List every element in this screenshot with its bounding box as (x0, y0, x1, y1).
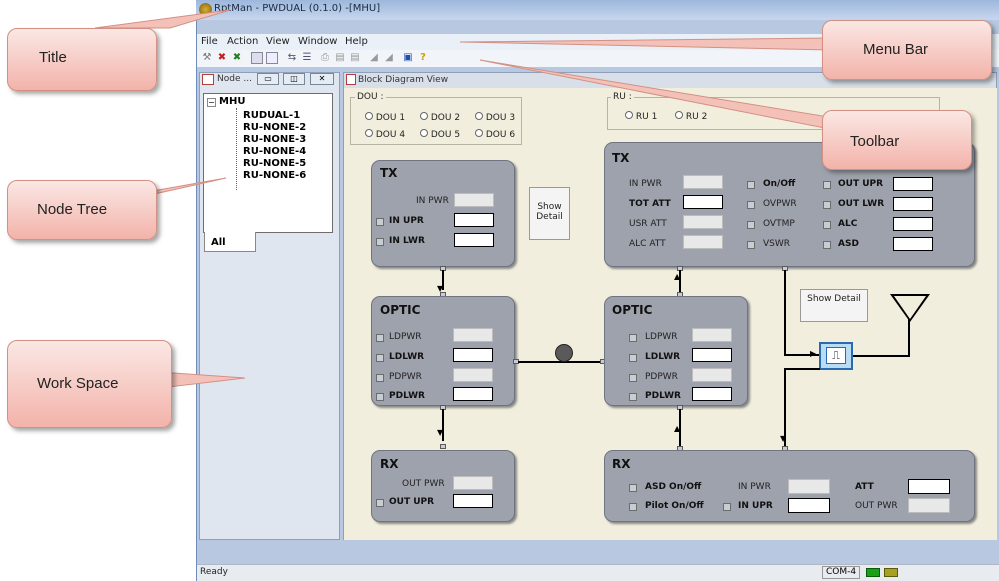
callout-title: Title (7, 28, 157, 91)
callout-menu-bar: Menu Bar (822, 20, 992, 80)
callout-node-tree: Node Tree (7, 180, 157, 240)
callout-toolbar: Toolbar (822, 110, 972, 170)
callout-pointer-workspace (159, 371, 246, 389)
callout-pointer-title (94, 9, 231, 29)
callout-pointer-menu (459, 37, 831, 51)
callout-work-space: Work Space (7, 340, 172, 428)
callout-pointer-toolbar (479, 59, 836, 131)
